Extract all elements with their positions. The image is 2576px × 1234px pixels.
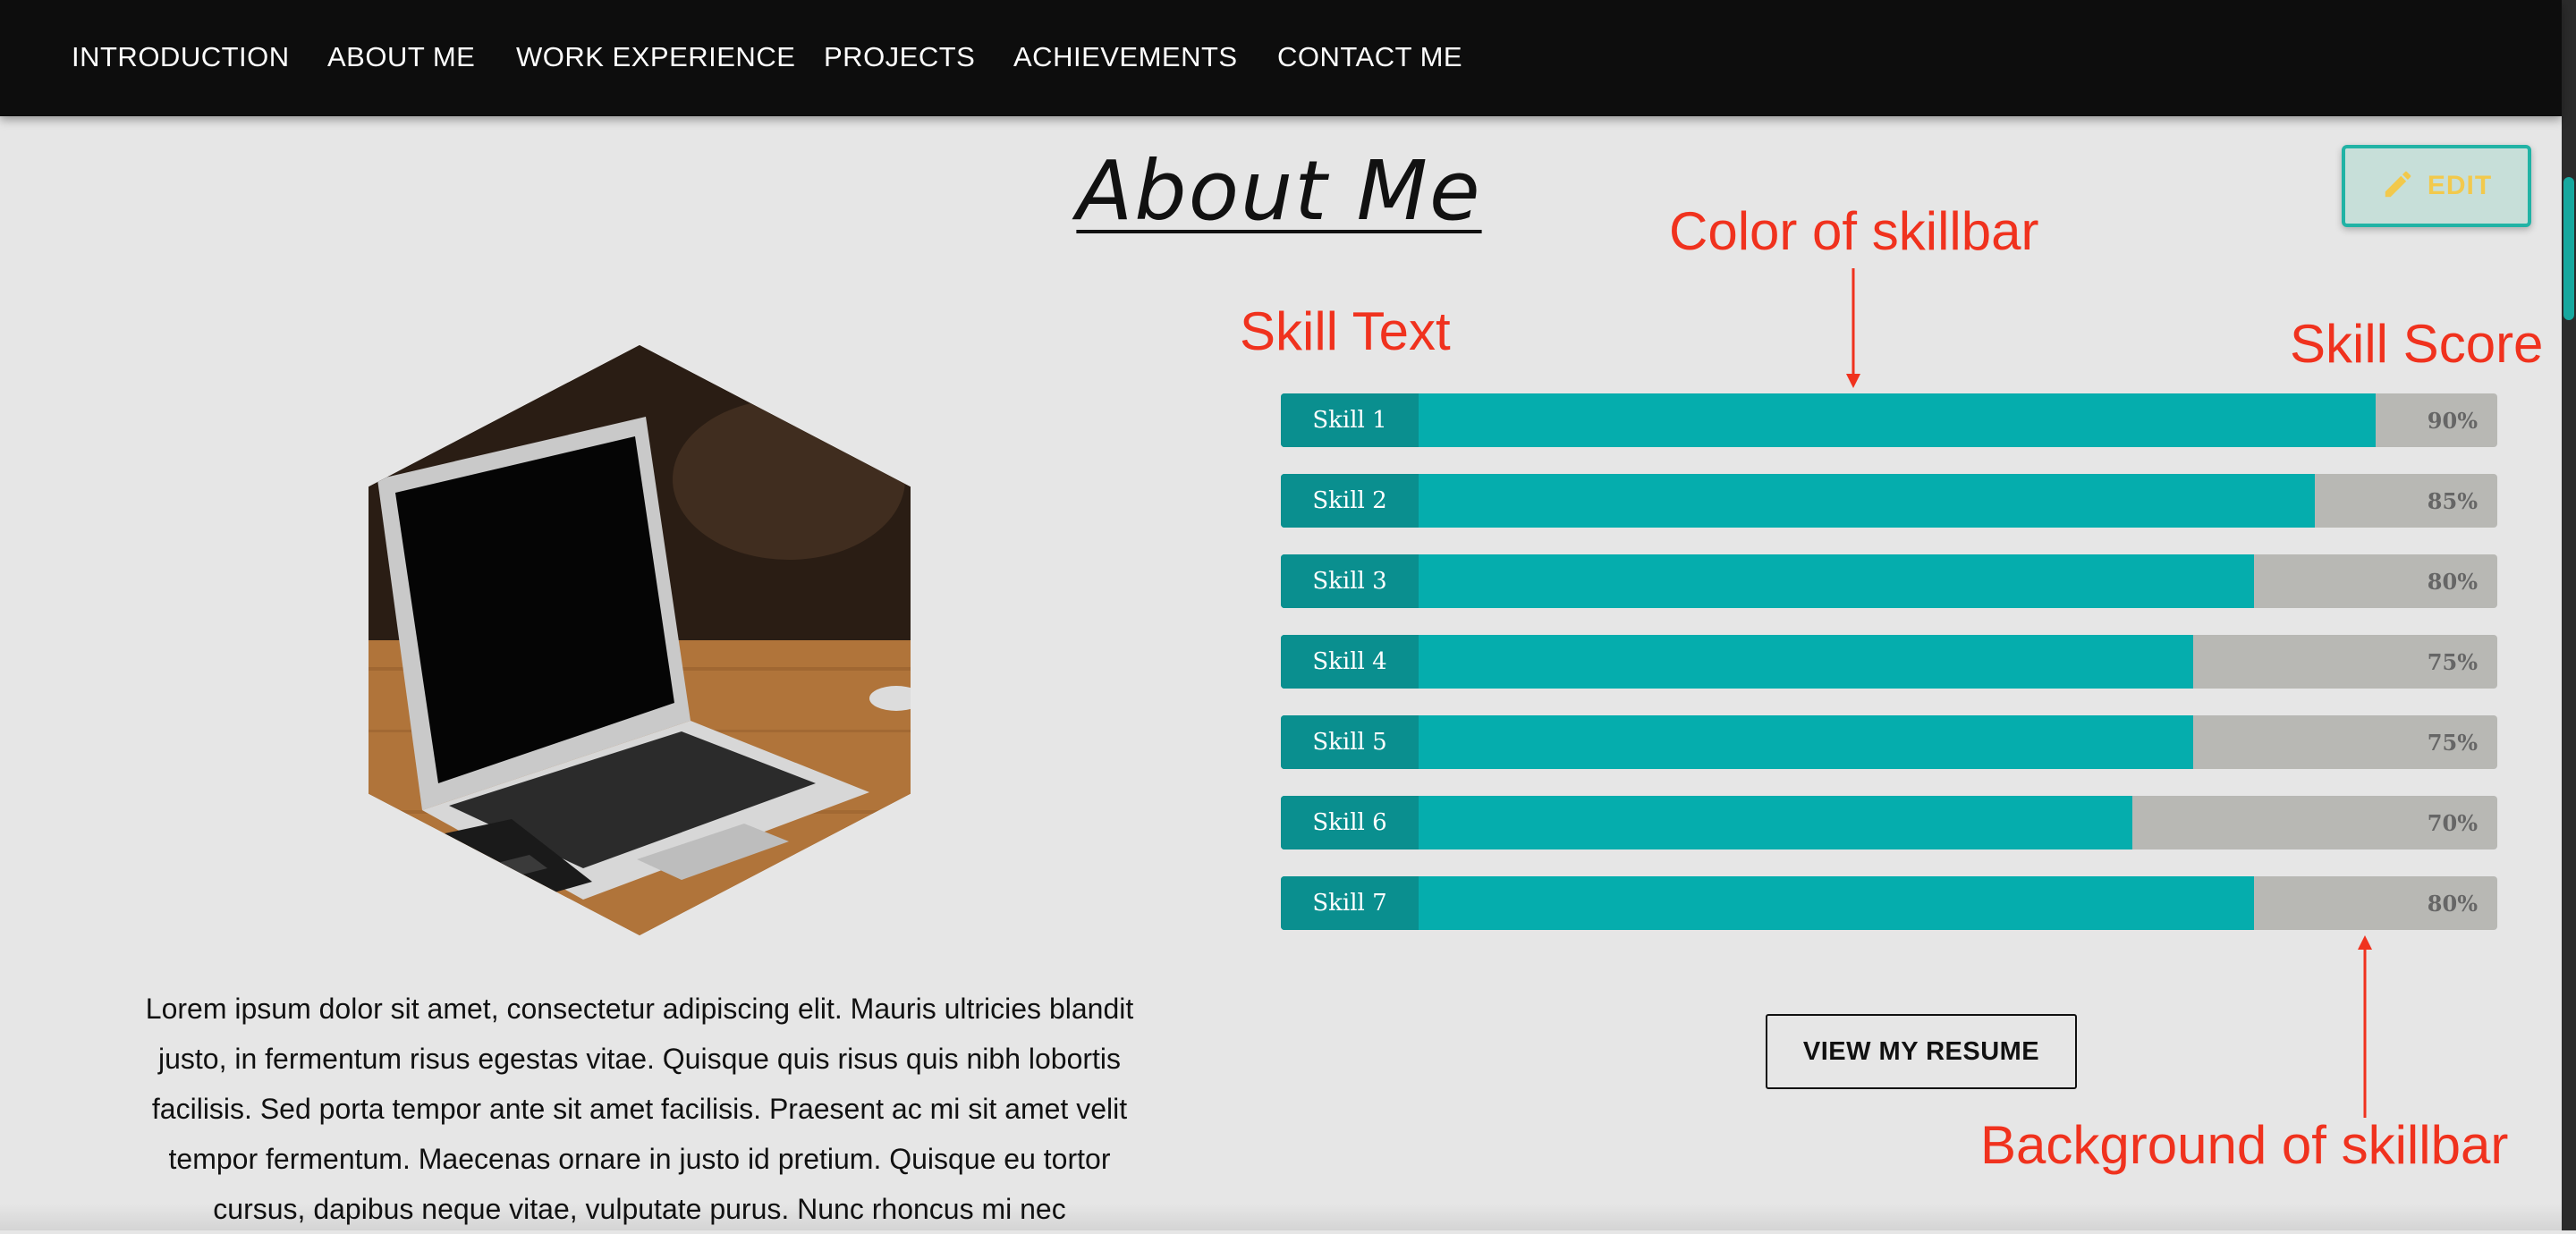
skill-score: 85% [2427, 487, 2478, 514]
top-navigation: INTRODUCTION ABOUT ME WORK EXPERIENCE PR… [0, 0, 2562, 116]
skill-bar-fill [1281, 554, 2254, 608]
skill-label: Skill 6 [1281, 796, 1419, 849]
skill-label: Skill 1 [1281, 393, 1419, 447]
skill-score: 75% [2427, 729, 2478, 756]
skill-bar-2: Skill 2 85% [1281, 474, 2497, 528]
arrow-down-icon [1846, 268, 1860, 388]
skill-score: 90% [2427, 407, 2478, 434]
view-resume-button[interactable]: VIEW MY RESUME [1766, 1014, 2077, 1089]
skill-label: Skill 5 [1281, 715, 1419, 769]
skill-bar-fill [1281, 393, 2376, 447]
skill-score: 75% [2427, 648, 2478, 675]
skill-bar-3: Skill 3 80% [1281, 554, 2497, 608]
skill-bar-4: Skill 4 75% [1281, 635, 2497, 689]
skill-bar-fill [1281, 876, 2254, 930]
skill-bar-7: Skill 7 80% [1281, 876, 2497, 930]
skill-bar-5: Skill 5 75% [1281, 715, 2497, 769]
skill-label: Skill 2 [1281, 474, 1419, 528]
nav-item-introduction[interactable]: INTRODUCTION [72, 41, 290, 73]
nav-item-achievements[interactable]: ACHIEVEMENTS [1013, 41, 1238, 73]
arrow-up-icon [2358, 935, 2372, 1118]
skill-score: 70% [2427, 809, 2478, 836]
skill-bar-fill [1281, 474, 2315, 528]
skill-score: 80% [2427, 568, 2478, 595]
skill-label: Skill 7 [1281, 876, 1419, 930]
skill-label: Skill 3 [1281, 554, 1419, 608]
skill-bar-6: Skill 6 70% [1281, 796, 2497, 849]
annotation-arrows [1846, 268, 2372, 1118]
nav-item-projects[interactable]: PROJECTS [824, 41, 975, 73]
bottom-fade [0, 1204, 2562, 1230]
nav-item-contact-me[interactable]: CONTACT ME [1277, 41, 1462, 73]
nav-item-work-experience[interactable]: WORK EXPERIENCE [516, 41, 795, 73]
nav-item-about-me[interactable]: ABOUT ME [327, 41, 475, 73]
skill-score: 80% [2427, 890, 2478, 917]
skill-label: Skill 4 [1281, 635, 1419, 689]
skill-bar-1: Skill 1 90% [1281, 393, 2497, 447]
